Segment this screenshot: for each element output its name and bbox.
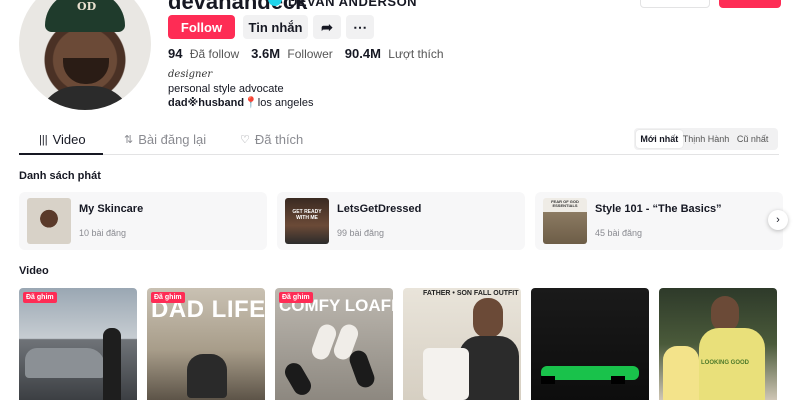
playlist-name: My Skincare xyxy=(79,203,144,215)
stat-value: 3.6M xyxy=(251,46,281,61)
playlist-count: 45 bài đăng xyxy=(595,228,643,238)
bio-location: los angeles xyxy=(257,97,314,109)
person-shape xyxy=(103,328,121,400)
pin-icon: 📍 xyxy=(244,97,258,109)
follow-button[interactable]: Follow xyxy=(168,15,235,39)
profile-stats: 94 Đã follow 3.6M Follower 90.4M Lượt th… xyxy=(168,46,444,61)
share-button[interactable]: ➦ xyxy=(313,15,341,39)
tab-reposts[interactable]: ⇅ Bài đăng lại xyxy=(124,132,206,147)
stat-value: 94 xyxy=(168,46,183,61)
race-car-wheels xyxy=(541,376,639,384)
avatar-beard xyxy=(63,58,109,84)
sort-popular[interactable]: Thịnh Hành xyxy=(683,130,730,148)
video-overlay-text: FATHER • SON FALL OUTFIT xyxy=(423,290,519,297)
more-button[interactable]: ⋯ xyxy=(346,15,374,39)
bio-description: personal style advocate xyxy=(168,83,284,95)
tab-label: Bài đăng lại xyxy=(138,132,207,147)
video-thumbnail[interactable] xyxy=(531,288,649,400)
playlist-thumbnail xyxy=(27,198,71,244)
playlist-name: Style 101 - “The Basics” xyxy=(595,203,722,215)
playlist-card[interactable]: My Skincare 10 bài đăng xyxy=(19,192,267,250)
header-action-buttons[interactable] xyxy=(640,0,710,8)
stat-label: Follower xyxy=(287,47,333,61)
more-icon: ⋯ xyxy=(353,18,367,35)
active-tab-indicator xyxy=(19,153,103,155)
playlist-card[interactable]: FEAR OF GOD ESSENTIALS Style 101 - “The … xyxy=(535,192,783,250)
profile-display-name: DEVAN ANDERSON xyxy=(288,0,418,9)
playlists-heading: Danh sách phát xyxy=(19,170,101,182)
playlist-count: 99 bài đăng xyxy=(337,228,385,238)
video-thumbnail[interactable]: LOOKING GOOD xyxy=(659,288,777,400)
child-body xyxy=(663,346,699,400)
bio-tags: dad※husband📍los angeles xyxy=(168,96,313,109)
man-head xyxy=(473,298,503,338)
header-primary-button[interactable] xyxy=(719,0,781,8)
video-thumbnail[interactable]: DAD LIFE Đã ghim xyxy=(147,288,265,400)
chevron-right-icon: › xyxy=(776,214,780,226)
car-shape xyxy=(25,348,105,378)
sort-newest[interactable]: Mới nhất xyxy=(636,130,683,148)
cap-logo: OD xyxy=(77,0,97,13)
tab-label: Đã thích xyxy=(254,132,304,147)
playlist-thumb-text: FEAR OF GOD ESSENTIALS xyxy=(551,199,579,209)
share-icon: ➦ xyxy=(321,18,333,35)
profile-avatar[interactable]: OD xyxy=(19,0,151,110)
sort-oldest[interactable]: Cũ nhất xyxy=(729,130,776,148)
avatar-shirt xyxy=(37,86,133,110)
sweater-shape xyxy=(423,348,469,400)
stat-label: Đã follow xyxy=(189,47,240,61)
pinned-badge: Đã ghim xyxy=(23,292,57,303)
video-overlay-text: LOOKING GOOD xyxy=(701,360,749,366)
pinned-badge: Đã ghim xyxy=(279,292,313,303)
stat-followers[interactable]: 3.6M Follower xyxy=(251,46,333,61)
playlist-thumb-text: GET READY WITH ME xyxy=(292,209,322,221)
man-head xyxy=(711,296,739,332)
playlist-thumbnail: GET READY WITH ME xyxy=(285,198,329,244)
playlist-count: 10 bài đăng xyxy=(79,228,127,238)
playlist-card[interactable]: GET READY WITH ME LetsGetDressed 99 bài … xyxy=(277,192,525,250)
video-thumbnail[interactable]: FATHER • SON FALL OUTFIT xyxy=(403,288,521,400)
loafer-black-2 xyxy=(281,359,315,399)
tab-liked[interactable]: ♡ Đã thích xyxy=(240,132,303,147)
profile-username: devanandeck xyxy=(168,0,308,14)
video-thumbnail[interactable]: COMFY LOAFERS Đã ghim xyxy=(275,288,393,400)
message-button[interactable]: Tin nhắn xyxy=(243,15,308,39)
loafer-black-1 xyxy=(347,348,377,390)
playlist-thumbnail: FEAR OF GOD ESSENTIALS xyxy=(543,198,587,244)
bio-tags-bold: dad※husband xyxy=(168,97,245,109)
playlist-name: LetsGetDressed xyxy=(337,203,422,215)
stroller-shape xyxy=(187,354,227,398)
stat-value: 90.4M xyxy=(344,46,381,61)
video-thumbnail[interactable]: Đã ghim xyxy=(19,288,137,400)
stat-likes: 90.4M Lượt thích xyxy=(345,46,444,61)
tab-label: Video xyxy=(52,132,86,147)
videos-heading: Video xyxy=(19,265,49,277)
grid-icon: ||| xyxy=(39,133,48,146)
sort-segmented-control: Mới nhất Thịnh Hành Cũ nhất xyxy=(634,128,778,150)
heart-icon: ♡ xyxy=(240,134,250,146)
tab-video[interactable]: ||| Video xyxy=(39,132,86,147)
playlist-next-button[interactable]: › xyxy=(768,210,788,230)
repost-icon: ⇅ xyxy=(124,134,134,146)
bio-role: designer xyxy=(168,69,213,80)
loafer-white-1 xyxy=(309,322,339,362)
stat-label: Lượt thích xyxy=(388,47,444,61)
pinned-badge: Đã ghim xyxy=(151,292,185,303)
stat-following[interactable]: 94 Đã follow xyxy=(168,46,239,61)
